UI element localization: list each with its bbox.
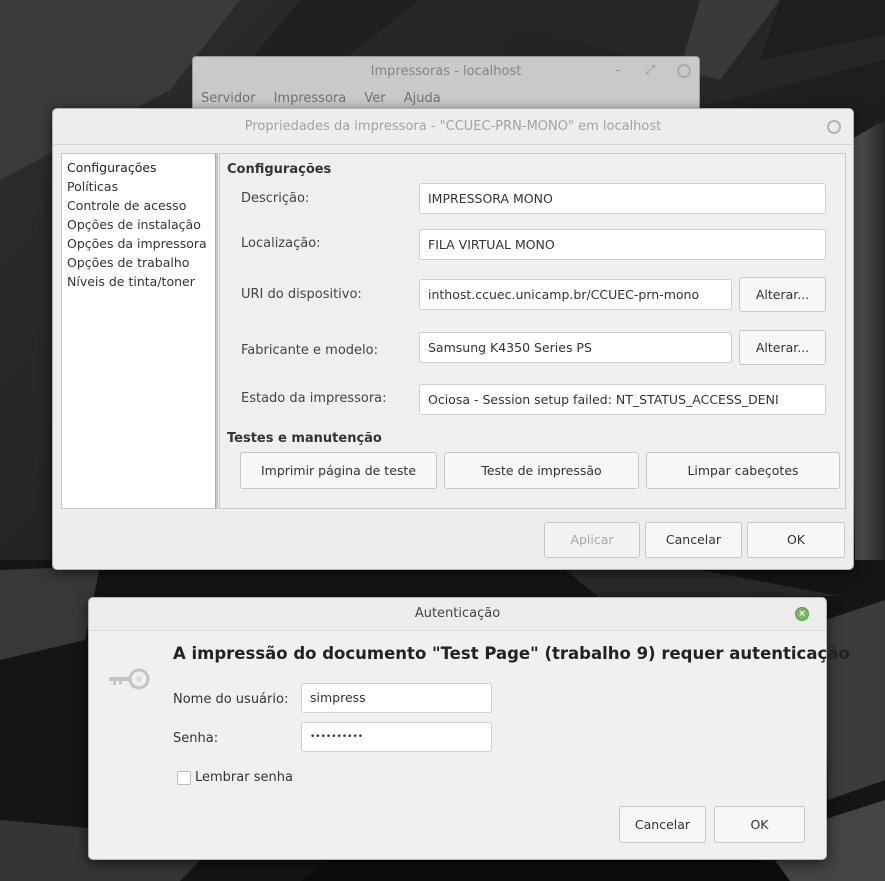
- section-heading-configuracoes: Configurações: [227, 162, 332, 177]
- make-model-field[interactable]: Samsung K4350 Series PS: [419, 332, 732, 363]
- sidebar-item-opcoes-impressora[interactable]: Opções da impressora: [62, 234, 217, 253]
- auth-title: Autenticação: [414, 606, 501, 621]
- auth-cancel-button[interactable]: Cancelar: [619, 806, 706, 843]
- close-icon[interactable]: [677, 64, 691, 78]
- clean-heads-button[interactable]: Limpar cabeçotes: [646, 452, 840, 489]
- sidebar-splitter[interactable]: [215, 153, 218, 509]
- sidebar-item-niveis-tinta[interactable]: Níveis de tinta/toner: [62, 272, 217, 291]
- device-uri-field[interactable]: inthost.ccuec.unicamp.br/CCUEC-prn-mono: [419, 279, 732, 310]
- remember-password-label[interactable]: Lembrar senha: [195, 770, 293, 785]
- sidebar-item-opcoes-trabalho[interactable]: Opções de trabalho: [62, 253, 217, 272]
- device-uri-label: URI do dispositivo:: [241, 287, 362, 302]
- properties-titlebar[interactable]: Propriedades da impressora - "CCUEC-PRN-…: [53, 109, 853, 145]
- make-model-label: Fabricante e modelo:: [241, 343, 378, 358]
- key-icon: [109, 668, 150, 690]
- printers-menubar: Servidor Impressora Ver Ajuda: [201, 91, 455, 106]
- cancel-button[interactable]: Cancelar: [645, 522, 742, 558]
- settings-panel: Configurações Descrição: IMPRESSORA MONO…: [219, 153, 846, 509]
- close-icon[interactable]: ×: [795, 607, 809, 621]
- password-field[interactable]: ••••••••••: [301, 722, 492, 752]
- properties-sidebar: Configurações Políticas Controle de aces…: [61, 153, 218, 509]
- print-test-page-button[interactable]: Imprimir página de teste: [240, 452, 437, 489]
- ok-button[interactable]: OK: [747, 522, 845, 558]
- sidebar-item-opcoes-instalacao[interactable]: Opções de instalação: [62, 215, 217, 234]
- printers-window-title: Impressoras - localhost: [370, 64, 522, 79]
- location-label: Localização:: [241, 236, 321, 251]
- close-icon[interactable]: [827, 120, 841, 134]
- print-test-button[interactable]: Teste de impressão: [444, 452, 639, 489]
- description-label: Descrição:: [241, 191, 310, 206]
- printer-state-field[interactable]: Ociosa - Session setup failed: NT_STATUS…: [419, 384, 826, 415]
- sidebar-item-politicas[interactable]: Políticas: [62, 177, 217, 196]
- maximize-icon[interactable]: ⤢: [645, 63, 655, 79]
- apply-button[interactable]: Aplicar: [544, 522, 640, 558]
- description-field[interactable]: IMPRESSORA MONO: [419, 183, 826, 214]
- sidebar-item-configuracoes[interactable]: Configurações: [62, 158, 217, 177]
- sidebar-item-controle-acesso[interactable]: Controle de acesso: [62, 196, 217, 215]
- authentication-dialog: Autenticação × A impressão do documento …: [88, 597, 850, 860]
- location-field[interactable]: FILA VIRTUAL MONO: [419, 229, 826, 260]
- section-heading-testes: Testes e manutenção: [227, 431, 382, 446]
- password-label: Senha:: [173, 731, 219, 746]
- menu-ajuda[interactable]: Ajuda: [404, 91, 441, 106]
- menu-impressora[interactable]: Impressora: [274, 91, 347, 106]
- remember-password-checkbox[interactable]: [177, 771, 191, 785]
- change-uri-button[interactable]: Alterar...: [739, 277, 826, 312]
- minimize-icon[interactable]: –: [615, 63, 622, 79]
- printers-window-titlebar[interactable]: Impressoras - localhost – ⤢: [193, 57, 699, 87]
- menu-ver[interactable]: Ver: [364, 91, 385, 106]
- printer-state-label: Estado da impressora:: [241, 391, 387, 406]
- printer-properties-window: Propriedades da impressora - "CCUEC-PRN-…: [52, 108, 854, 570]
- properties-title: Propriedades da impressora - "CCUEC-PRN-…: [244, 119, 662, 134]
- auth-ok-button[interactable]: OK: [714, 806, 805, 843]
- auth-titlebar[interactable]: Autenticação ×: [89, 598, 826, 631]
- change-model-button[interactable]: Alterar...: [739, 330, 826, 365]
- menu-servidor[interactable]: Servidor: [201, 91, 255, 106]
- auth-heading: A impressão do documento "Test Page" (tr…: [173, 644, 850, 663]
- username-label: Nome do usuário:: [173, 692, 289, 707]
- username-field[interactable]: simpress: [301, 683, 492, 713]
